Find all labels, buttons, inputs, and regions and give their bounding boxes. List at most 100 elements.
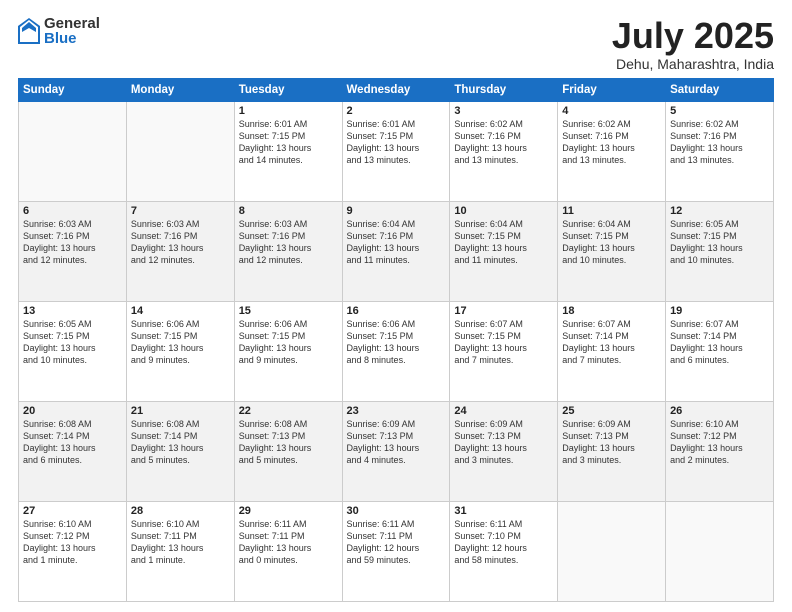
day-info: Sunrise: 6:11 AM Sunset: 7:11 PM Dayligh… bbox=[347, 518, 446, 567]
calendar-cell: 15Sunrise: 6:06 AM Sunset: 7:15 PM Dayli… bbox=[234, 301, 342, 401]
day-info: Sunrise: 6:07 AM Sunset: 7:14 PM Dayligh… bbox=[670, 318, 769, 367]
day-info: Sunrise: 6:04 AM Sunset: 7:16 PM Dayligh… bbox=[347, 218, 446, 267]
day-number: 4 bbox=[562, 105, 661, 117]
calendar-week-row: 27Sunrise: 6:10 AM Sunset: 7:12 PM Dayli… bbox=[19, 501, 774, 601]
calendar-cell: 12Sunrise: 6:05 AM Sunset: 7:15 PM Dayli… bbox=[666, 201, 774, 301]
day-number: 6 bbox=[23, 205, 122, 217]
day-number: 29 bbox=[239, 505, 338, 517]
calendar-cell: 6Sunrise: 6:03 AM Sunset: 7:16 PM Daylig… bbox=[19, 201, 127, 301]
calendar-week-row: 13Sunrise: 6:05 AM Sunset: 7:15 PM Dayli… bbox=[19, 301, 774, 401]
calendar-cell: 17Sunrise: 6:07 AM Sunset: 7:15 PM Dayli… bbox=[450, 301, 558, 401]
day-number: 5 bbox=[670, 105, 769, 117]
calendar-cell: 8Sunrise: 6:03 AM Sunset: 7:16 PM Daylig… bbox=[234, 201, 342, 301]
day-info: Sunrise: 6:11 AM Sunset: 7:11 PM Dayligh… bbox=[239, 518, 338, 567]
day-info: Sunrise: 6:06 AM Sunset: 7:15 PM Dayligh… bbox=[131, 318, 230, 367]
day-number: 18 bbox=[562, 305, 661, 317]
day-info: Sunrise: 6:07 AM Sunset: 7:15 PM Dayligh… bbox=[454, 318, 553, 367]
calendar-cell bbox=[19, 101, 127, 201]
day-number: 11 bbox=[562, 205, 661, 217]
calendar-week-row: 20Sunrise: 6:08 AM Sunset: 7:14 PM Dayli… bbox=[19, 401, 774, 501]
calendar-cell: 9Sunrise: 6:04 AM Sunset: 7:16 PM Daylig… bbox=[342, 201, 450, 301]
calendar-cell: 7Sunrise: 6:03 AM Sunset: 7:16 PM Daylig… bbox=[126, 201, 234, 301]
day-number: 19 bbox=[670, 305, 769, 317]
day-number: 1 bbox=[239, 105, 338, 117]
calendar-cell: 5Sunrise: 6:02 AM Sunset: 7:16 PM Daylig… bbox=[666, 101, 774, 201]
day-header-friday: Friday bbox=[558, 78, 666, 101]
day-info: Sunrise: 6:01 AM Sunset: 7:15 PM Dayligh… bbox=[347, 118, 446, 167]
day-number: 2 bbox=[347, 105, 446, 117]
calendar-header-row: SundayMondayTuesdayWednesdayThursdayFrid… bbox=[19, 78, 774, 101]
day-header-tuesday: Tuesday bbox=[234, 78, 342, 101]
day-info: Sunrise: 6:03 AM Sunset: 7:16 PM Dayligh… bbox=[23, 218, 122, 267]
day-info: Sunrise: 6:06 AM Sunset: 7:15 PM Dayligh… bbox=[239, 318, 338, 367]
calendar-cell bbox=[126, 101, 234, 201]
calendar-cell: 25Sunrise: 6:09 AM Sunset: 7:13 PM Dayli… bbox=[558, 401, 666, 501]
calendar-cell: 4Sunrise: 6:02 AM Sunset: 7:16 PM Daylig… bbox=[558, 101, 666, 201]
day-info: Sunrise: 6:09 AM Sunset: 7:13 PM Dayligh… bbox=[562, 418, 661, 467]
day-number: 8 bbox=[239, 205, 338, 217]
day-info: Sunrise: 6:03 AM Sunset: 7:16 PM Dayligh… bbox=[131, 218, 230, 267]
day-info: Sunrise: 6:04 AM Sunset: 7:15 PM Dayligh… bbox=[454, 218, 553, 267]
day-header-sunday: Sunday bbox=[19, 78, 127, 101]
calendar-cell bbox=[558, 501, 666, 601]
logo-blue-text: Blue bbox=[44, 31, 100, 46]
day-info: Sunrise: 6:05 AM Sunset: 7:15 PM Dayligh… bbox=[670, 218, 769, 267]
logo-general-text: General bbox=[44, 16, 100, 31]
calendar-cell: 11Sunrise: 6:04 AM Sunset: 7:15 PM Dayli… bbox=[558, 201, 666, 301]
month-title: July 2025 bbox=[612, 16, 774, 56]
day-number: 7 bbox=[131, 205, 230, 217]
calendar-table: SundayMondayTuesdayWednesdayThursdayFrid… bbox=[18, 78, 774, 602]
calendar-cell: 29Sunrise: 6:11 AM Sunset: 7:11 PM Dayli… bbox=[234, 501, 342, 601]
calendar-cell: 13Sunrise: 6:05 AM Sunset: 7:15 PM Dayli… bbox=[19, 301, 127, 401]
day-number: 26 bbox=[670, 405, 769, 417]
calendar-cell: 23Sunrise: 6:09 AM Sunset: 7:13 PM Dayli… bbox=[342, 401, 450, 501]
day-header-wednesday: Wednesday bbox=[342, 78, 450, 101]
title-block: July 2025 Dehu, Maharashtra, India bbox=[612, 16, 774, 72]
day-number: 30 bbox=[347, 505, 446, 517]
day-info: Sunrise: 6:06 AM Sunset: 7:15 PM Dayligh… bbox=[347, 318, 446, 367]
day-info: Sunrise: 6:03 AM Sunset: 7:16 PM Dayligh… bbox=[239, 218, 338, 267]
calendar-cell: 3Sunrise: 6:02 AM Sunset: 7:16 PM Daylig… bbox=[450, 101, 558, 201]
calendar-cell: 21Sunrise: 6:08 AM Sunset: 7:14 PM Dayli… bbox=[126, 401, 234, 501]
day-info: Sunrise: 6:01 AM Sunset: 7:15 PM Dayligh… bbox=[239, 118, 338, 167]
day-info: Sunrise: 6:08 AM Sunset: 7:14 PM Dayligh… bbox=[23, 418, 122, 467]
header: General Blue July 2025 Dehu, Maharashtra… bbox=[18, 16, 774, 72]
logo-icon bbox=[18, 18, 40, 44]
day-info: Sunrise: 6:09 AM Sunset: 7:13 PM Dayligh… bbox=[347, 418, 446, 467]
calendar-cell: 24Sunrise: 6:09 AM Sunset: 7:13 PM Dayli… bbox=[450, 401, 558, 501]
calendar-week-row: 1Sunrise: 6:01 AM Sunset: 7:15 PM Daylig… bbox=[19, 101, 774, 201]
day-number: 23 bbox=[347, 405, 446, 417]
calendar-cell: 22Sunrise: 6:08 AM Sunset: 7:13 PM Dayli… bbox=[234, 401, 342, 501]
day-info: Sunrise: 6:10 AM Sunset: 7:12 PM Dayligh… bbox=[23, 518, 122, 567]
day-header-thursday: Thursday bbox=[450, 78, 558, 101]
day-number: 13 bbox=[23, 305, 122, 317]
day-info: Sunrise: 6:09 AM Sunset: 7:13 PM Dayligh… bbox=[454, 418, 553, 467]
day-number: 21 bbox=[131, 405, 230, 417]
day-number: 20 bbox=[23, 405, 122, 417]
day-number: 3 bbox=[454, 105, 553, 117]
day-info: Sunrise: 6:08 AM Sunset: 7:14 PM Dayligh… bbox=[131, 418, 230, 467]
day-info: Sunrise: 6:02 AM Sunset: 7:16 PM Dayligh… bbox=[562, 118, 661, 167]
calendar-cell: 18Sunrise: 6:07 AM Sunset: 7:14 PM Dayli… bbox=[558, 301, 666, 401]
calendar-cell: 2Sunrise: 6:01 AM Sunset: 7:15 PM Daylig… bbox=[342, 101, 450, 201]
day-number: 9 bbox=[347, 205, 446, 217]
day-number: 12 bbox=[670, 205, 769, 217]
calendar-cell: 31Sunrise: 6:11 AM Sunset: 7:10 PM Dayli… bbox=[450, 501, 558, 601]
calendar-cell: 1Sunrise: 6:01 AM Sunset: 7:15 PM Daylig… bbox=[234, 101, 342, 201]
day-number: 17 bbox=[454, 305, 553, 317]
day-info: Sunrise: 6:05 AM Sunset: 7:15 PM Dayligh… bbox=[23, 318, 122, 367]
day-number: 27 bbox=[23, 505, 122, 517]
day-number: 14 bbox=[131, 305, 230, 317]
day-number: 15 bbox=[239, 305, 338, 317]
day-number: 28 bbox=[131, 505, 230, 517]
day-info: Sunrise: 6:04 AM Sunset: 7:15 PM Dayligh… bbox=[562, 218, 661, 267]
day-header-saturday: Saturday bbox=[666, 78, 774, 101]
calendar-cell: 19Sunrise: 6:07 AM Sunset: 7:14 PM Dayli… bbox=[666, 301, 774, 401]
calendar-cell: 16Sunrise: 6:06 AM Sunset: 7:15 PM Dayli… bbox=[342, 301, 450, 401]
day-info: Sunrise: 6:11 AM Sunset: 7:10 PM Dayligh… bbox=[454, 518, 553, 567]
day-info: Sunrise: 6:10 AM Sunset: 7:12 PM Dayligh… bbox=[670, 418, 769, 467]
location: Dehu, Maharashtra, India bbox=[612, 56, 774, 72]
day-number: 16 bbox=[347, 305, 446, 317]
day-number: 31 bbox=[454, 505, 553, 517]
calendar-week-row: 6Sunrise: 6:03 AM Sunset: 7:16 PM Daylig… bbox=[19, 201, 774, 301]
